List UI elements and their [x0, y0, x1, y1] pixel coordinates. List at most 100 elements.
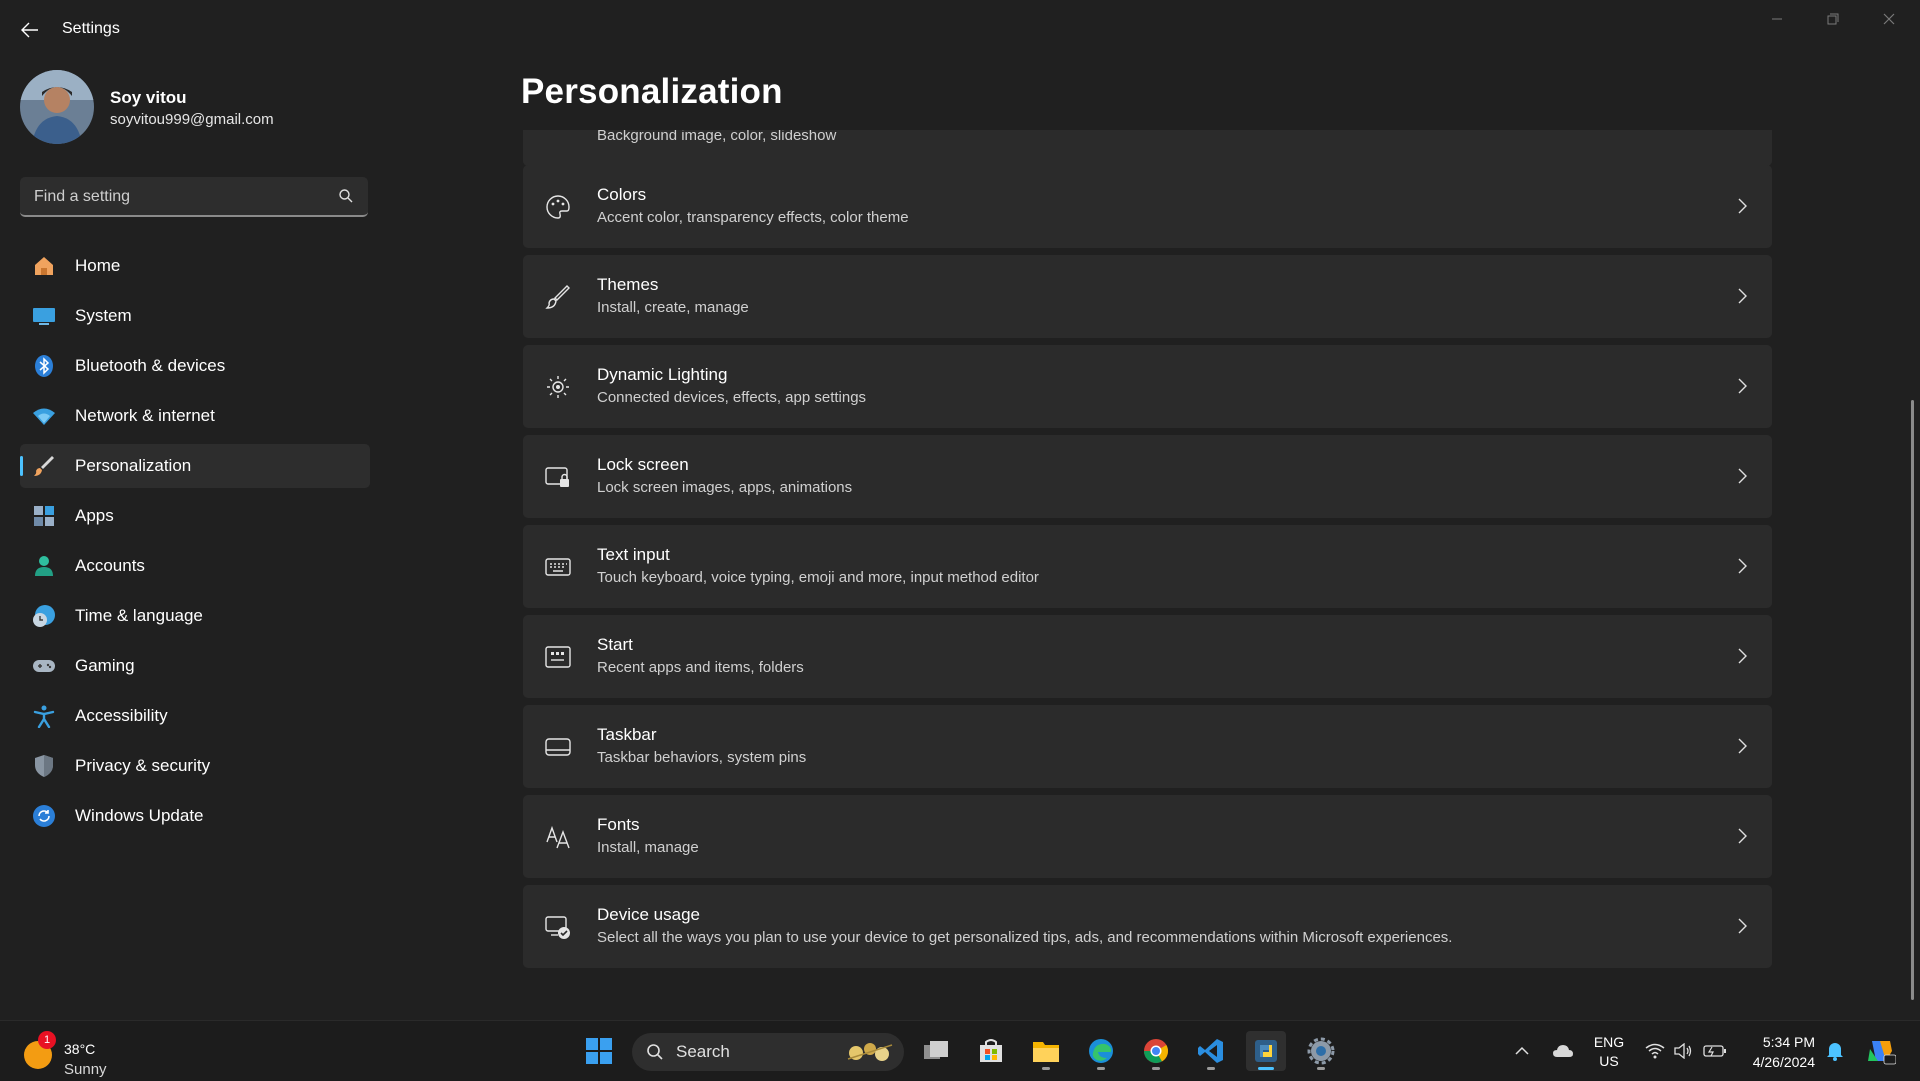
task-view-button[interactable]	[916, 1031, 956, 1071]
search-input[interactable]	[32, 177, 336, 217]
setting-card-subtitle: Install, create, manage	[597, 299, 749, 316]
volume-icon	[1674, 1043, 1692, 1059]
taskbar: 1 38°C Sunny Search ENG US 5:34 PM 4/26/…	[0, 1020, 1920, 1081]
setting-card-title: Taskbar	[597, 725, 657, 744]
sidebar-item-label: System	[75, 306, 132, 325]
setting-card-title: Fonts	[597, 815, 640, 834]
notification-badge: 1	[38, 1031, 56, 1049]
minimize-button[interactable]	[1754, 6, 1800, 32]
clock-time: 5:34 PM	[1762, 1034, 1815, 1050]
active-indicator	[1258, 1067, 1274, 1070]
weather-widget[interactable]: 1 38°C Sunny	[24, 1031, 144, 1078]
copilot-icon	[1868, 1041, 1896, 1065]
sidebar-item-personalization[interactable]: Personalization	[20, 444, 370, 488]
setting-card-title: Themes	[597, 275, 659, 294]
chevron-right-icon	[1738, 828, 1747, 844]
windows-start-icon	[586, 1038, 612, 1064]
bell-icon	[1827, 1043, 1843, 1061]
sidebar-item-home[interactable]: Home	[20, 244, 370, 288]
palette-icon	[545, 194, 571, 220]
sidebar-item-label: Personalization	[75, 456, 192, 475]
setting-card-subtitle: Select all the ways you plan to use your…	[597, 929, 1453, 946]
language-code: ENG	[1593, 1034, 1625, 1050]
settings-app-icon	[1307, 1037, 1335, 1065]
setting-card-background[interactable]: Background image, color, slideshow	[523, 130, 1772, 166]
restore-button[interactable]	[1810, 6, 1856, 32]
file-explorer-button[interactable]	[1026, 1031, 1066, 1071]
file-explorer-icon	[1033, 1042, 1059, 1062]
brush-icon	[32, 454, 56, 478]
shield-icon	[32, 754, 56, 778]
setting-card-dynamic-lighting[interactable]: Dynamic Lighting Connected devices, effe…	[523, 345, 1772, 428]
running-indicator	[1097, 1067, 1105, 1070]
sidebar-item-accounts[interactable]: Accounts	[20, 544, 370, 588]
sidebar-item-label: Accessibility	[75, 706, 168, 725]
search-icon	[647, 1044, 663, 1060]
edge-button[interactable]	[1081, 1031, 1121, 1071]
cloud-icon	[1553, 1045, 1573, 1057]
region-code: US	[1599, 1053, 1619, 1069]
taskbar-search[interactable]: Search	[632, 1033, 904, 1071]
profile-email: soyvitou999@gmail.com	[110, 111, 274, 128]
notification-button[interactable]	[1824, 1021, 1846, 1081]
volume-status[interactable]	[1673, 1021, 1693, 1081]
scrollbar[interactable]	[1911, 400, 1914, 1000]
store-icon	[980, 1039, 1002, 1062]
store-button[interactable]	[971, 1031, 1011, 1071]
sidebar-item-gaming[interactable]: Gaming	[20, 644, 370, 688]
close-button[interactable]	[1866, 6, 1912, 32]
sidebar-item-label: Bluetooth & devices	[75, 356, 226, 375]
sidebar-item-time-language[interactable]: Time & language	[20, 594, 370, 638]
vscode-button[interactable]	[1191, 1031, 1231, 1071]
battery-status[interactable]	[1703, 1021, 1727, 1081]
settings-app-button[interactable]	[1301, 1031, 1341, 1071]
setting-card-title: Dynamic Lighting	[597, 365, 728, 384]
setting-card-colors[interactable]: Colors Accent color, transparency effect…	[523, 165, 1772, 248]
settings-list: Background image, color, slideshow Color…	[523, 130, 1773, 1010]
back-button[interactable]	[18, 18, 42, 42]
system-icon	[32, 304, 56, 328]
setting-card-start[interactable]: Start Recent apps and items, folders	[523, 615, 1772, 698]
sidebar-item-windows-update[interactable]: Windows Update	[20, 794, 370, 838]
python-app-icon	[1255, 1040, 1277, 1062]
sidebar-item-accessibility[interactable]: Accessibility	[20, 694, 370, 738]
sidebar-nav: Home System Bluetooth & devices Network …	[20, 244, 370, 844]
sidebar-item-apps[interactable]: Apps	[20, 494, 370, 538]
back-arrow-icon	[21, 22, 38, 38]
clock[interactable]: 5:34 PM 4/26/2024	[1745, 1032, 1815, 1072]
clock-date: 4/26/2024	[1752, 1054, 1815, 1070]
setting-card-title: Device usage	[597, 905, 701, 924]
setting-card-themes[interactable]: Themes Install, create, manage	[523, 255, 1772, 338]
setting-card-device-usage[interactable]: Device usage Select all the ways you pla…	[523, 885, 1772, 968]
sidebar-item-system[interactable]: System	[20, 294, 370, 338]
sidebar-item-network[interactable]: Network & internet	[20, 394, 370, 438]
search-highlight-icon	[847, 1043, 893, 1061]
lighting-icon	[545, 374, 571, 400]
search-box[interactable]	[20, 177, 368, 217]
user-profile[interactable]: Soy vitou soyvitou999@gmail.com	[20, 70, 370, 146]
setting-card-subtitle: Install, manage	[597, 839, 699, 856]
sidebar-item-privacy-security[interactable]: Privacy & security	[20, 744, 370, 788]
language-indicator[interactable]: ENG US	[1592, 1033, 1626, 1071]
onedrive-button[interactable]	[1550, 1021, 1576, 1081]
copilot-button[interactable]	[1864, 1021, 1898, 1081]
wifi-status[interactable]	[1645, 1021, 1665, 1081]
setting-card-text-input[interactable]: Text input Touch keyboard, voice typing,…	[523, 525, 1772, 608]
windows-start-button[interactable]	[579, 1031, 619, 1071]
chrome-button[interactable]	[1136, 1031, 1176, 1071]
setting-card-taskbar[interactable]: Taskbar Taskbar behaviors, system pins	[523, 705, 1772, 788]
close-icon	[1883, 13, 1895, 25]
setting-card-fonts[interactable]: Fonts Install, manage	[523, 795, 1772, 878]
profile-name: Soy vitou	[110, 88, 187, 107]
show-hidden-icons-button[interactable]	[1510, 1021, 1534, 1081]
sidebar-item-label: Windows Update	[75, 806, 204, 825]
chevron-right-icon	[1738, 198, 1747, 214]
sidebar-item-bluetooth[interactable]: Bluetooth & devices	[20, 344, 370, 388]
clock-globe-icon	[32, 604, 56, 628]
python-app-button[interactable]	[1246, 1031, 1286, 1071]
setting-card-lock-screen[interactable]: Lock screen Lock screen images, apps, an…	[523, 435, 1772, 518]
chevron-up-icon	[1515, 1046, 1529, 1055]
apps-icon	[32, 504, 56, 528]
home-icon	[32, 254, 56, 278]
sidebar-item-label: Privacy & security	[75, 756, 211, 775]
